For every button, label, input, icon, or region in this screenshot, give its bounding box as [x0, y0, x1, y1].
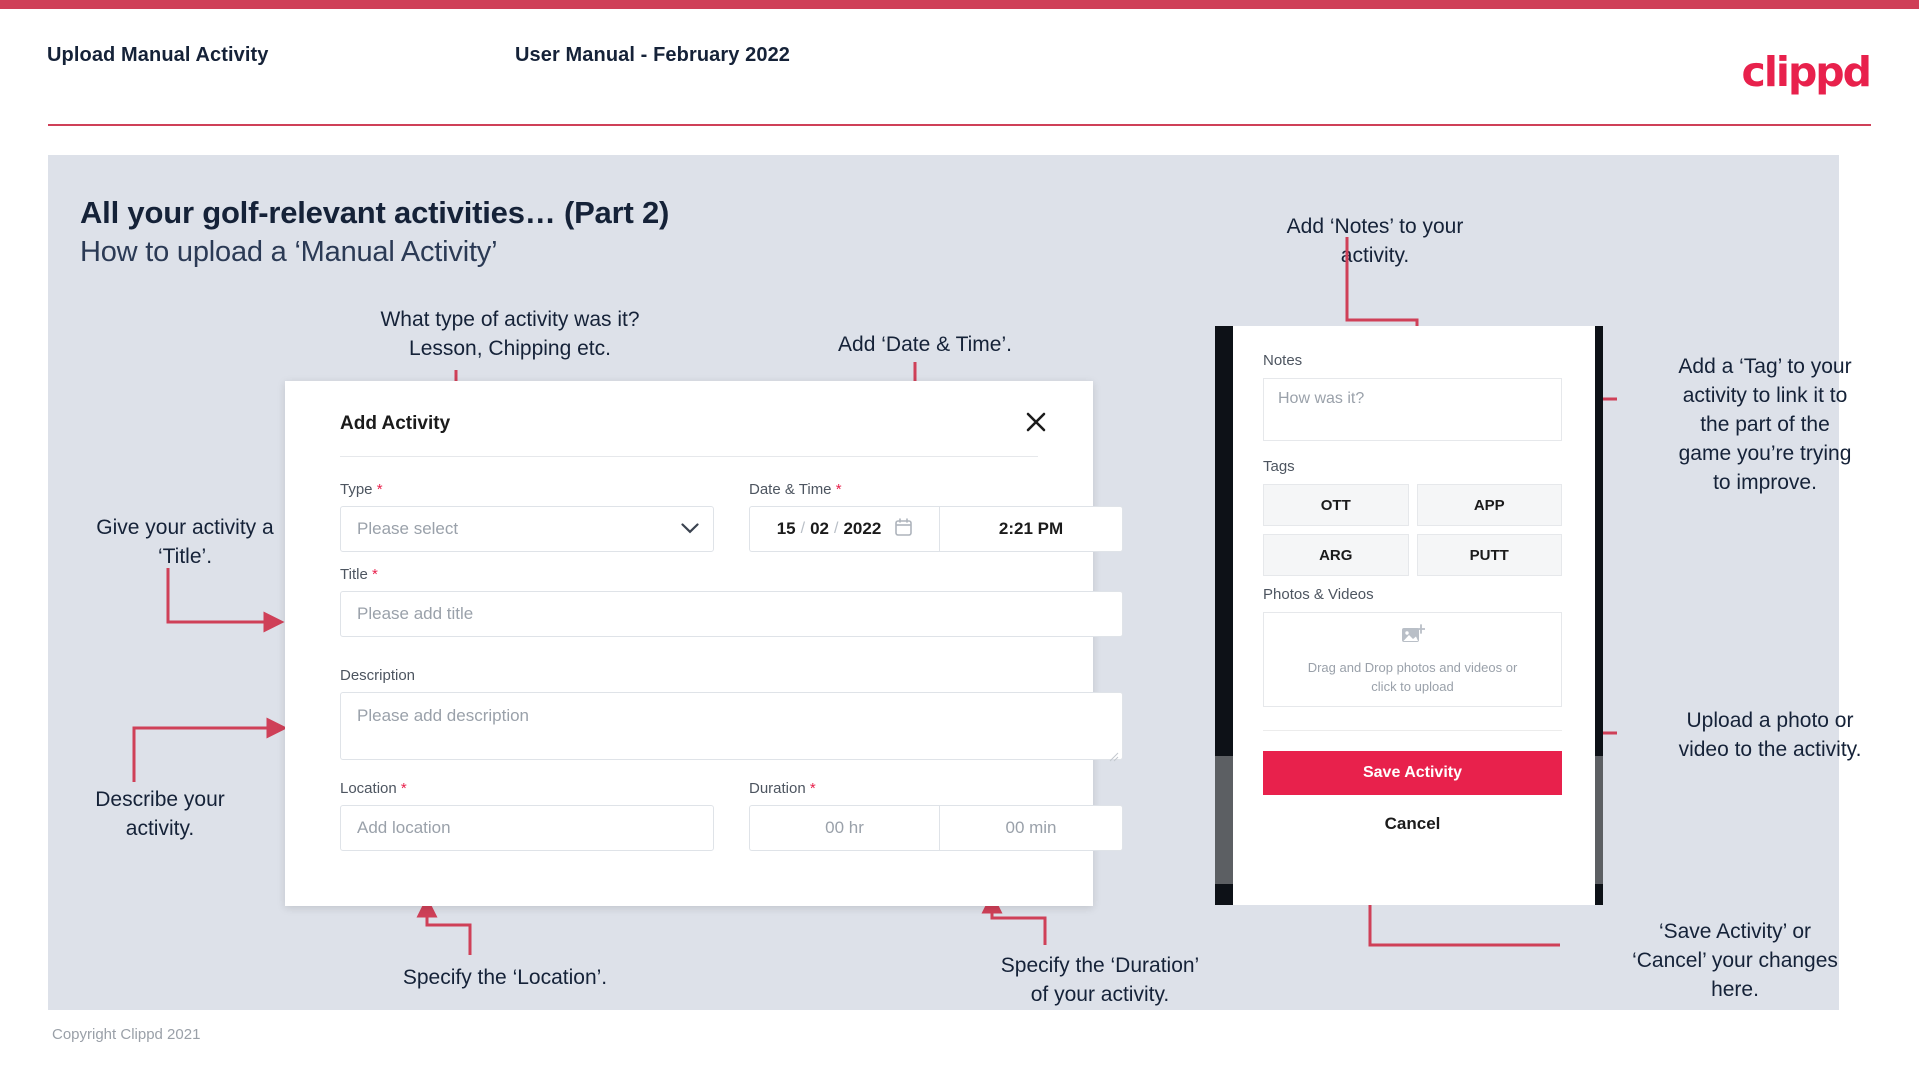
callout-title: Give your activity a ‘Title’. — [96, 516, 274, 568]
save-activity-button[interactable]: Save Activity — [1263, 751, 1562, 795]
location-placeholder: Add location — [357, 818, 451, 837]
callout-type: What type of activity was it? Lesson, Chi… — [380, 308, 640, 360]
dialog-divider — [340, 456, 1038, 457]
tag-button-putt[interactable]: PUTT — [1416, 534, 1562, 576]
label-datetime: Date & Time * — [749, 481, 842, 498]
label-location: Location * — [340, 780, 407, 797]
clippd-logo: clippd — [1741, 48, 1872, 96]
callout-save: ‘Save Activity’ or ‘Cancel’ your changes h… — [1632, 920, 1838, 1001]
label-type: Type * — [340, 481, 383, 498]
type-select-value: Please select — [357, 519, 459, 538]
description-placeholder: Please add description — [357, 706, 530, 725]
date-month: 02 — [810, 519, 829, 538]
close-icon[interactable] — [1021, 407, 1051, 437]
callout-location: Specify the ‘Location’. — [402, 966, 608, 989]
tag-button-app[interactable]: APP — [1416, 484, 1562, 526]
dropzone-text: Drag and Drop photos and videos or click … — [1307, 659, 1518, 694]
photos-videos-label: Photos & Videos — [1263, 586, 1374, 603]
title-input[interactable]: Please add title — [340, 591, 1123, 637]
page-title: Upload Manual Activity — [47, 44, 269, 66]
duration-minutes-input[interactable]: 00 min — [939, 805, 1123, 851]
phone-volume-button[interactable] — [1215, 756, 1233, 884]
title-input-placeholder: Please add title — [357, 604, 474, 623]
label-description: Description — [340, 667, 416, 684]
slide-subtitle: How to upload a ‘Manual Activity’ — [80, 236, 498, 268]
phone-mockup: Notes How was it? Tags OTT APP ARG PUTT … — [1215, 326, 1603, 905]
duration-hours-input[interactable]: 00 hr — [749, 805, 939, 851]
callout-tags: Add a ‘Tag’ to your activity to link it t… — [1678, 355, 1852, 494]
location-input[interactable]: Add location — [340, 805, 714, 851]
callout-upload: Upload a photo or video to the activity. — [1678, 709, 1862, 761]
field-datetime: Date & Time * 15 / 02 / 2022 2:21 PM — [749, 481, 1123, 552]
date-sep-1: / — [800, 520, 806, 537]
callout-notes: Add ‘Notes’ to your activity. — [1286, 215, 1464, 267]
add-image-icon — [1401, 623, 1426, 651]
date-input[interactable]: 15 / 02 / 2022 — [749, 506, 939, 552]
phone-screen: Notes How was it? Tags OTT APP ARG PUTT … — [1233, 326, 1603, 905]
field-duration: Duration * 00 hr 00 min — [749, 780, 1123, 851]
dialog-title: Add Activity — [340, 413, 451, 434]
slide-title: All your golf-relevant activities… (Part… — [80, 195, 670, 230]
footer-copyright: Copyright Clippd 2021 — [52, 1026, 201, 1043]
notes-label: Notes — [1263, 352, 1303, 369]
date-sep-2: / — [834, 520, 839, 537]
label-duration: Duration * — [749, 780, 816, 797]
tag-button-ott[interactable]: OTT — [1263, 484, 1409, 526]
field-title: Title * Please add title — [340, 566, 1123, 637]
notes-input[interactable]: How was it? — [1263, 378, 1562, 441]
tag-button-arg[interactable]: ARG — [1263, 534, 1409, 576]
callout-duration: Specify the ‘Duration’ of your activity. — [1000, 954, 1200, 1006]
resize-handle-icon[interactable] — [1109, 747, 1119, 762]
calendar-icon[interactable] — [895, 517, 913, 541]
header-divider — [48, 124, 1871, 126]
phone-power-button[interactable] — [1595, 756, 1603, 884]
cancel-button[interactable]: Cancel — [1263, 814, 1562, 834]
top-accent-bar — [0, 0, 1919, 9]
field-location: Location * Add location — [340, 780, 714, 851]
phone-left-frame — [1215, 326, 1233, 905]
header-subtitle: User Manual - February 2022 — [515, 44, 791, 66]
field-type: Type * Please select — [340, 481, 714, 552]
type-select[interactable]: Please select — [340, 506, 714, 552]
photo-upload-dropzone[interactable]: Drag and Drop photos and videos or click … — [1263, 612, 1562, 707]
tags-group: OTT APP ARG PUTT — [1263, 484, 1562, 576]
tags-label: Tags — [1263, 458, 1295, 475]
phone-right-frame — [1595, 326, 1603, 905]
time-input[interactable]: 2:21 PM — [939, 506, 1123, 552]
callout-description: Describe your activity. — [95, 788, 225, 840]
notes-placeholder: How was it? — [1278, 390, 1365, 407]
add-activity-dialog: Add Activity Type * Please select Date &… — [285, 381, 1123, 906]
description-textarea[interactable]: Please add description — [340, 692, 1123, 762]
label-title: Title * — [340, 566, 378, 583]
date-day: 15 — [776, 519, 796, 538]
date-year: 2022 — [843, 519, 882, 538]
chevron-down-icon — [681, 519, 699, 539]
callout-datetime: Add ‘Date & Time’. — [838, 333, 1012, 356]
field-description: Description Please add description — [340, 667, 1123, 762]
phone-divider — [1263, 730, 1562, 731]
